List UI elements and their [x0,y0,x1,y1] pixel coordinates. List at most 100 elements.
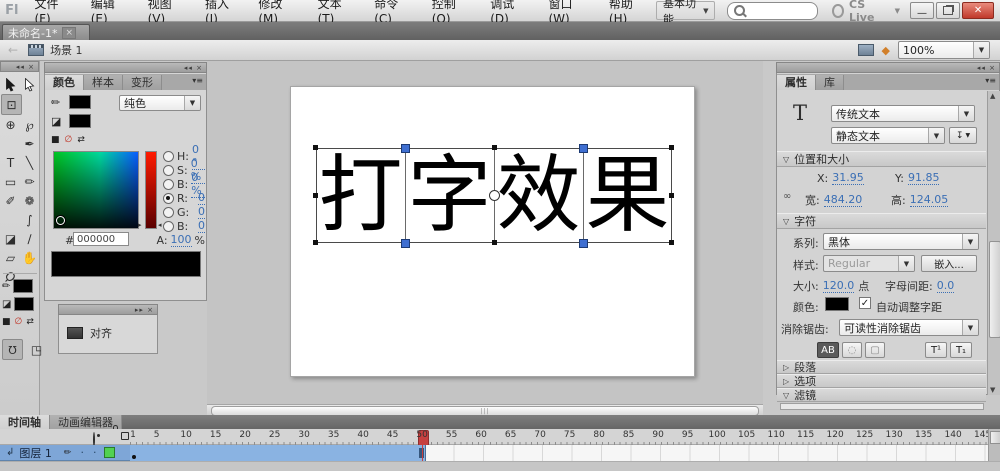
selection-tool[interactable] [1,75,20,94]
timeline-layer-row[interactable]: ↲ 图层 1 ✏ · · [0,445,1000,461]
width-value[interactable]: 484.20 [823,193,863,207]
section-options[interactable]: ▷ 选项 [777,374,986,388]
rgb-value[interactable]: 0 [198,219,205,233]
hsb-radio[interactable] [163,164,174,176]
edit-symbols-icon[interactable]: ◆ [882,44,890,57]
resize-handle-blue[interactable] [401,144,410,153]
resize-handle[interactable] [669,193,674,198]
panel-menu-icon[interactable]: ▾≡ [192,76,203,85]
lasso-tool[interactable]: ℘ [20,115,39,134]
rgb-radio[interactable] [163,192,174,204]
tools-panel-header[interactable]: ◂◂ × [0,61,39,72]
layer-visibility-dot[interactable]: · [80,446,84,459]
edit-scene-icon[interactable] [857,44,874,56]
text-color-swatch[interactable] [825,297,849,311]
fill-color-control[interactable]: ◪ [2,297,35,311]
font-family-select[interactable]: 黑体 ▼ [823,233,979,250]
search-input[interactable] [727,1,819,20]
rgb-value[interactable]: 0 [198,191,205,205]
selectable-toggle[interactable]: AB [817,342,839,358]
scroll-down-icon[interactable]: ▼ [990,386,995,394]
superscript-toggle[interactable]: T¹ [925,342,947,358]
hue-slider[interactable] [145,151,157,229]
frames-strip[interactable] [130,445,988,461]
brush-tool[interactable]: ✐ [1,191,20,210]
swap-colors-icon[interactable]: ⇄ [77,135,85,145]
alpha-value[interactable]: 100 [170,233,192,247]
auto-kern-checkbox[interactable]: ✓ [859,297,871,309]
letter-spacing-value[interactable]: 0.0 [936,279,955,293]
snap-to-objects-toggle[interactable]: Ω [2,339,23,360]
hand-tool[interactable]: ✋ [20,248,39,267]
fill-color-swatch[interactable] [14,297,35,311]
outline-layers-icon[interactable] [121,432,129,440]
hue-slider-arrow-left[interactable]: ▸ [138,221,142,229]
line-tool[interactable]: ╲ [20,153,39,172]
back-arrow-icon[interactable]: ← [8,43,18,57]
layer-name[interactable]: 图层 1 [19,445,52,461]
color-tab-1[interactable]: 样本 [84,74,123,90]
frame-ruler[interactable]: 1 5 10 15 20 25 30 35 40 45 50 55 60 65 70 75 80 85 90 95 10… [130,429,988,445]
default-colors-icon[interactable]: ■ [51,135,60,145]
size-value[interactable]: 120.0 [822,279,855,293]
x-value[interactable]: 31.95 [832,171,864,185]
resize-handle-blue[interactable] [579,144,588,153]
free-transform-tool[interactable]: ⊡ [1,94,22,115]
timeline-scrollbar[interactable] [988,429,1000,445]
swap-colors-icon[interactable]: ⇄ [26,317,34,327]
hsb-radio[interactable] [163,150,174,162]
resize-handle[interactable] [669,240,674,245]
rgb-radio[interactable] [163,206,174,218]
section-filters[interactable]: ▽ 滤镜 [777,388,986,402]
default-colors-icon[interactable]: ■ [2,317,11,327]
text-orientation-button[interactable]: ↧ ▼ [949,127,977,144]
section-paragraph[interactable]: ▷ 段落 [777,360,986,374]
cs-live-button[interactable]: CS Live ▼ [832,0,900,24]
resize-handle[interactable] [313,193,318,198]
layer-outline-color-swatch[interactable] [104,447,116,458]
y-value[interactable]: 91.85 [907,171,940,185]
stroke-color-swatch[interactable] [13,279,34,293]
deco-tool[interactable]: ❁ [20,191,39,210]
eyedropper-tool[interactable]: ∕ [20,229,39,248]
resize-handle[interactable] [492,145,497,150]
text-engine-select[interactable]: 传统文本 ▼ [831,105,975,122]
color-tab-0[interactable]: 颜色 [45,74,84,90]
align-panel-header[interactable]: ▸▸ × [58,304,158,315]
paint-bucket-tool[interactable]: ◪ [1,229,20,248]
fill-color-swatch[interactable] [69,114,91,128]
panel-menu-icon[interactable]: ▾≡ [985,76,996,85]
hue-slider-arrow-right[interactable]: ◂ [158,221,162,229]
rgb-value[interactable]: 0 [198,205,205,219]
properties-tab-1[interactable]: 库 [816,74,844,90]
section-position-size[interactable]: ▽ 位置和大小 [777,151,986,167]
timeline-tab-0[interactable]: 时间轴 [0,414,50,430]
pencil-tool[interactable]: ✏ [20,172,39,191]
bone-tool[interactable]: ∫ [20,210,39,229]
minimize-button[interactable]: — [910,2,935,19]
stroke-color-control[interactable]: ✏ [2,279,34,293]
close-button[interactable]: ✕ [962,2,995,19]
close-tab-icon[interactable]: × [62,26,77,39]
hex-input[interactable]: 000000 [73,232,129,246]
stage-pasteboard[interactable]: 打字效果 [207,61,763,404]
color-tab-2[interactable]: 变形 [123,74,162,90]
no-color-icon[interactable]: ∅ [65,135,73,145]
resize-handle[interactable] [313,145,318,150]
color-gradient-picker[interactable] [53,151,139,229]
font-style-select[interactable]: Regular ▼ [823,255,915,272]
render-html-toggle[interactable]: ◌ [842,342,862,358]
layer-controls[interactable]: ↲ 图层 1 ✏ · · [0,445,130,461]
properties-panel-header[interactable]: ◂◂ × [776,62,1000,73]
resize-handle-blue[interactable] [401,239,410,248]
properties-scrollbar[interactable]: ▲ ▼ [987,91,1000,395]
filled-frames[interactable] [130,445,426,461]
stroke-color-swatch[interactable] [69,95,91,109]
scene-label[interactable]: 场景 1 [50,42,83,58]
zoom-level-select[interactable]: 100% ▼ [898,41,990,59]
resize-handle[interactable] [669,145,674,150]
text-tool[interactable]: T [1,153,20,172]
3d-rotation-tool[interactable]: ⊕ [1,115,20,134]
timeline-tab-1[interactable]: 动画编辑器 [50,414,122,430]
color-panel-header[interactable]: ◂◂ × [44,62,207,73]
